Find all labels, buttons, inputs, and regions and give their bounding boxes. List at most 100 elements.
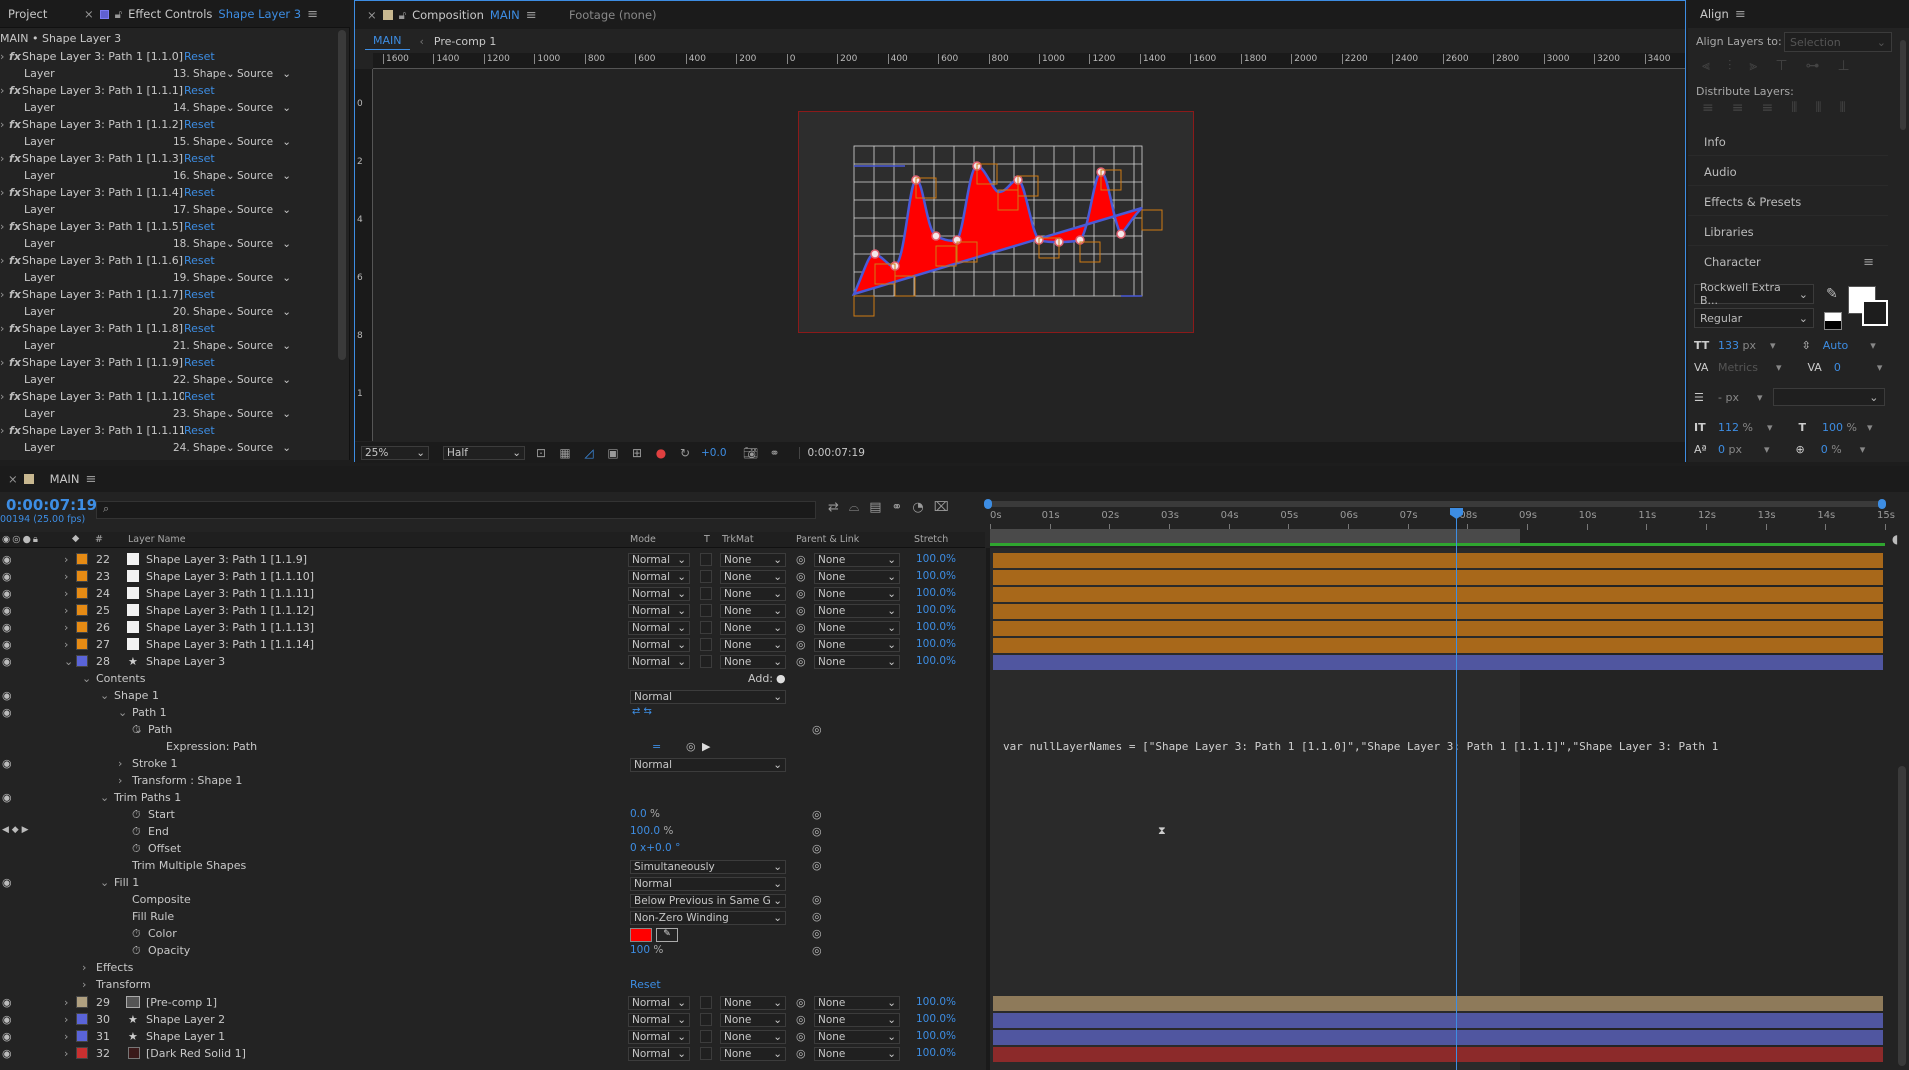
- fx-icon[interactable]: fx: [8, 50, 22, 63]
- parent-dropdown[interactable]: None ⌄: [814, 587, 900, 601]
- eye-icon[interactable]: ◉: [2, 876, 12, 889]
- label-color-swatch[interactable]: [76, 604, 88, 616]
- pickwhip-icon[interactable]: ◎: [796, 570, 806, 583]
- fx-icon[interactable]: fx: [8, 356, 22, 369]
- reset-link[interactable]: Reset: [184, 84, 215, 97]
- exposure-value[interactable]: +0.0: [701, 447, 727, 459]
- reset-link[interactable]: Reset: [184, 322, 215, 335]
- layer-dropdown[interactable]: 14. Shape ⌄: [170, 101, 235, 115]
- fx-icon[interactable]: fx: [8, 390, 22, 403]
- fx-icon[interactable]: fx: [8, 84, 22, 97]
- time-navigator[interactable]: [984, 499, 1886, 509]
- layer-dropdown[interactable]: 23. Shape ⌄: [170, 407, 235, 421]
- property-row-effects[interactable]: › Effects: [0, 961, 985, 978]
- property-row-path1[interactable]: ◉ ⌄ Path 1 ⇄ ⇆: [0, 706, 985, 723]
- font-style-dropdown[interactable]: Regular ⌄: [1694, 308, 1814, 328]
- parent-dropdown[interactable]: None ⌄: [814, 604, 900, 618]
- stretch-value[interactable]: 100.0%: [916, 1047, 956, 1059]
- effect-row[interactable]: › fx Shape Layer 3: Path 1 [1.1.7] Reset: [0, 286, 340, 303]
- panel-lock-icon[interactable]: 🔓︎: [115, 7, 122, 22]
- property-dropdown[interactable]: Simultaneously ⌄: [630, 860, 786, 874]
- trkmat-dropdown[interactable]: None ⌄: [720, 621, 786, 635]
- pickwhip-icon[interactable]: ◎: [796, 1013, 806, 1026]
- chevron-down-icon[interactable]: ▾: [1767, 421, 1773, 434]
- align-vcenter-icon[interactable]: ⊶: [1806, 58, 1820, 74]
- parent-dropdown[interactable]: None ⌄: [814, 1047, 900, 1061]
- stretch-value[interactable]: 100.0%: [916, 655, 956, 667]
- eye-icon[interactable]: ◉: [2, 587, 12, 600]
- twirl-arrow-icon[interactable]: ⌄: [118, 706, 127, 719]
- preserve-transparency-box[interactable]: [700, 655, 712, 668]
- scrollbar[interactable]: [338, 30, 346, 360]
- twirl-arrow-icon[interactable]: ›: [64, 604, 68, 617]
- effect-row[interactable]: › fx Shape Layer 3: Path 1 [1.1.5] Reset: [0, 218, 340, 235]
- horizontal-scale-value[interactable]: 100: [1822, 421, 1843, 434]
- font-size-value[interactable]: 133: [1718, 339, 1739, 352]
- tab-align[interactable]: Align ≡: [1692, 0, 1754, 28]
- eye-icon[interactable]: ◉: [2, 757, 12, 770]
- layer-row[interactable]: ◉ › 32 [Dark Red Solid 1] Normal ⌄ None ⌄ …: [0, 1046, 985, 1063]
- twirl-arrow-icon[interactable]: ›: [64, 638, 68, 651]
- hamburger-menu-icon[interactable]: ≡: [85, 472, 96, 487]
- character-panel-header[interactable]: Character ≡: [1688, 248, 1888, 276]
- blend-mode-dropdown[interactable]: Normal ⌄: [630, 758, 786, 772]
- source-dropdown[interactable]: Source ⌄: [234, 373, 294, 387]
- col-mode-header[interactable]: Mode: [630, 534, 656, 545]
- eye-icon[interactable]: ◉: [2, 553, 12, 566]
- effect-row[interactable]: › fx Shape Layer 3: Path 1 [1.1.0] Reset: [0, 48, 340, 65]
- distribute-vcenter-icon[interactable]: ≡: [1732, 100, 1744, 116]
- fx-icon[interactable]: fx: [8, 152, 22, 165]
- effects-presets-panel-button[interactable]: Effects & Presets: [1688, 188, 1888, 216]
- effect-row[interactable]: › fx Shape Layer 3: Path 1 [1.1.1] Reset: [0, 82, 340, 99]
- tab-footage[interactable]: Footage (none): [561, 1, 665, 29]
- add-content-icon[interactable]: ●: [776, 672, 786, 685]
- time-ruler[interactable]: 0s 01s 02s 03s 04s 05s 06s 07s 08s 09s 10s 11s 12s 13…: [990, 510, 1895, 530]
- layer-duration-bar[interactable]: [993, 1013, 1883, 1028]
- layer-duration-bar[interactable]: [993, 638, 1883, 653]
- hamburger-menu-icon[interactable]: ≡: [307, 7, 318, 22]
- property-value[interactable]: 0 x+0.0 °: [630, 842, 680, 854]
- tab-project[interactable]: Project: [0, 0, 55, 28]
- color-swatch[interactable]: [630, 928, 652, 942]
- chevron-down-icon[interactable]: ▾: [1860, 443, 1866, 456]
- twirl-arrow-icon[interactable]: ⌄: [82, 672, 91, 685]
- eye-icon[interactable]: ◉: [2, 655, 12, 668]
- source-dropdown[interactable]: Source ⌄: [234, 407, 294, 421]
- comp-flowchart-icon[interactable]: ⇄: [828, 500, 839, 515]
- trkmat-dropdown[interactable]: None ⌄: [720, 996, 786, 1010]
- stopwatch-icon[interactable]: ⏱︎: [132, 825, 141, 839]
- mode-dropdown[interactable]: Normal ⌄: [628, 1013, 690, 1027]
- twirl-arrow-icon[interactable]: ›: [0, 220, 8, 233]
- transform-reset-link[interactable]: Reset: [630, 978, 661, 991]
- layer-dropdown[interactable]: 16. Shape ⌄: [170, 169, 235, 183]
- align-top-icon[interactable]: ⊤: [1775, 58, 1787, 74]
- distribute-right-icon[interactable]: ⦀: [1840, 100, 1846, 116]
- motion-blur-icon[interactable]: ◔: [912, 500, 923, 515]
- reset-link[interactable]: Reset: [184, 356, 215, 369]
- source-dropdown[interactable]: Source ⌄: [234, 441, 294, 455]
- label-color-swatch[interactable]: [76, 1047, 88, 1059]
- tsume-value[interactable]: 0: [1821, 443, 1828, 456]
- twirl-arrow-icon[interactable]: ›: [64, 621, 68, 634]
- trkmat-dropdown[interactable]: None ⌄: [720, 553, 786, 567]
- pickwhip-icon[interactable]: ◎: [812, 808, 822, 821]
- label-color-swatch[interactable]: [76, 1030, 88, 1042]
- eye-icon[interactable]: ◉: [2, 621, 12, 634]
- layer-name[interactable]: Shape Layer 3: [146, 655, 225, 668]
- eye-icon[interactable]: ◉: [2, 1030, 12, 1043]
- resolution-dropdown[interactable]: Half ⌄: [443, 445, 525, 460]
- effect-row[interactable]: › fx Shape Layer 3: Path 1 [1.1.2] Reset: [0, 116, 340, 133]
- layer-name[interactable]: Shape Layer 3: Path 1 [1.1.14]: [146, 638, 314, 651]
- mode-dropdown[interactable]: Normal ⌄: [628, 655, 690, 669]
- twirl-arrow-icon[interactable]: ›: [64, 1013, 68, 1026]
- fx-icon[interactable]: fx: [8, 220, 22, 233]
- layer-name[interactable]: [Dark Red Solid 1]: [146, 1047, 246, 1060]
- chevron-down-icon[interactable]: ▾: [1867, 421, 1873, 434]
- distribute-hcenter-icon[interactable]: ⦀: [1815, 100, 1821, 116]
- effect-row[interactable]: › fx Shape Layer 3: Path 1 [1.1.6] Reset: [0, 252, 340, 269]
- label-color-swatch[interactable]: [76, 638, 88, 650]
- layer-row[interactable]: ◉ › 26 Shape Layer 3: Path 1 [1.1.13] No…: [0, 620, 985, 637]
- stopwatch-icon[interactable]: ⏱︎: [132, 723, 141, 737]
- close-icon[interactable]: ×: [8, 472, 18, 486]
- stretch-value[interactable]: 100.0%: [916, 570, 956, 582]
